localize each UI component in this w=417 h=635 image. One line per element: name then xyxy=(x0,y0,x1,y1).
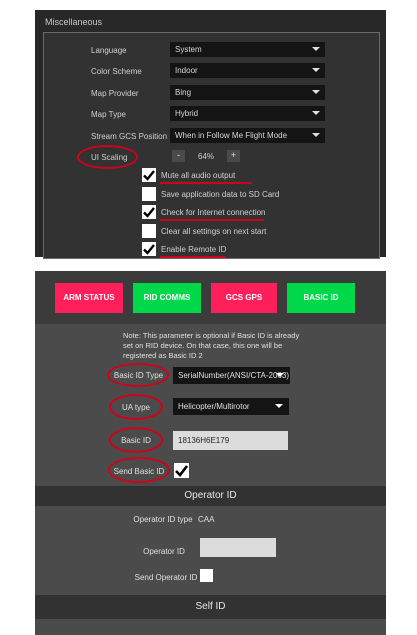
annotation-underline xyxy=(160,256,226,258)
operator-id-field[interactable] xyxy=(200,538,276,557)
self-id-header: Self ID xyxy=(35,595,386,619)
map-type-value: Hybrid xyxy=(175,109,199,118)
basic-id-type-value: SerialNumber(ANSI/CTA-2063) xyxy=(178,371,289,380)
annotation-circle xyxy=(109,427,163,453)
send-operator-id-label: Send Operator ID xyxy=(134,573,198,582)
basic-id-type-dropdown[interactable]: SerialNumber(ANSI/CTA-2063) xyxy=(173,367,290,384)
stream-gcs-dropdown[interactable]: When in Follow Me Flight Mode xyxy=(170,128,325,143)
remote-id-panel: ARM STATUS RID COMMS GCS GPS BASIC ID No… xyxy=(35,271,386,635)
basic-id-button[interactable]: BASIC ID xyxy=(287,283,355,313)
check-internet-label: Check for Internet connection xyxy=(161,208,266,217)
save-sd-card-checkbox[interactable] xyxy=(142,187,156,201)
stream-gcs-value: When in Follow Me Flight Mode xyxy=(175,131,288,140)
chevron-down-icon xyxy=(312,47,320,51)
checkmark-icon xyxy=(143,170,155,181)
clear-settings-label: Clear all settings on next start xyxy=(161,227,267,236)
chevron-down-icon xyxy=(276,373,284,377)
enable-remote-id-checkbox[interactable] xyxy=(142,242,156,256)
annotation-underline xyxy=(160,182,252,184)
color-scheme-label: Color Scheme xyxy=(91,67,142,76)
ui-scaling-value: 64% xyxy=(198,152,215,161)
scale-decrease-button[interactable]: - xyxy=(172,150,185,162)
arm-status-button[interactable]: ARM STATUS xyxy=(55,283,123,313)
color-scheme-value: Indoor xyxy=(175,66,198,75)
enable-remote-id-label: Enable Remote ID xyxy=(161,245,227,254)
basic-id-field[interactable]: 18136H6E179 xyxy=(173,431,288,450)
map-type-dropdown[interactable]: Hybrid xyxy=(170,106,325,121)
annotation-circle xyxy=(108,457,170,483)
status-bar: ARM STATUS RID COMMS GCS GPS BASIC ID xyxy=(35,271,386,324)
map-provider-value: Bing xyxy=(175,88,192,97)
basic-id-note: Note: This parameter is optional if Basi… xyxy=(123,331,300,360)
check-internet-checkbox[interactable] xyxy=(142,205,156,219)
map-type-label: Map Type xyxy=(91,110,126,119)
mute-audio-label: Mute all audio output xyxy=(161,171,236,180)
checkmark-icon xyxy=(175,465,189,477)
map-provider-label: Map Provider xyxy=(91,89,139,98)
annotation-underline xyxy=(160,219,264,221)
map-provider-dropdown[interactable]: Bing xyxy=(170,85,325,100)
chevron-down-icon xyxy=(312,111,320,115)
operator-id-type-value: CAA xyxy=(198,515,215,524)
language-value: System xyxy=(175,45,202,54)
language-dropdown[interactable]: System xyxy=(170,42,325,57)
operator-id-label: Operator ID xyxy=(143,547,185,556)
operator-id-title: Operator ID xyxy=(184,490,237,501)
chevron-down-icon xyxy=(312,68,320,72)
language-label: Language xyxy=(91,46,127,55)
gcs-gps-button[interactable]: GCS GPS xyxy=(211,283,277,313)
settings-frame: Language System Color Scheme Indoor Map … xyxy=(43,32,380,259)
section-title: Miscellaneous xyxy=(45,17,103,27)
mute-audio-checkbox[interactable] xyxy=(142,168,156,182)
operator-id-header: Operator ID xyxy=(35,486,386,506)
ua-type-dropdown[interactable]: Helicopter/Multirotor xyxy=(173,398,289,415)
color-scheme-dropdown[interactable]: Indoor xyxy=(170,63,325,78)
checkmark-icon xyxy=(143,244,155,255)
save-sd-card-label: Save application data to SD Card xyxy=(161,190,280,199)
send-operator-id-checkbox[interactable] xyxy=(200,569,213,582)
annotation-circle xyxy=(107,363,169,387)
checkmark-icon xyxy=(143,207,155,218)
chevron-down-icon xyxy=(312,133,320,137)
scale-increase-button[interactable]: + xyxy=(227,150,240,162)
annotation-circle xyxy=(109,394,163,420)
chevron-down-icon xyxy=(312,90,320,94)
clear-settings-checkbox[interactable] xyxy=(142,224,156,238)
rid-comms-button[interactable]: RID COMMS xyxy=(133,283,201,313)
chevron-down-icon xyxy=(275,404,283,408)
send-basic-id-checkbox[interactable] xyxy=(174,463,189,478)
miscellaneous-panel: Miscellaneous Language System Color Sche… xyxy=(35,10,386,259)
operator-id-type-label: Operator ID type xyxy=(133,515,193,524)
annotation-circle xyxy=(77,145,138,169)
stream-gcs-label: Stream GCS Position xyxy=(91,132,168,141)
ua-type-value: Helicopter/Multirotor xyxy=(178,402,250,411)
self-id-title: Self ID xyxy=(195,601,226,612)
